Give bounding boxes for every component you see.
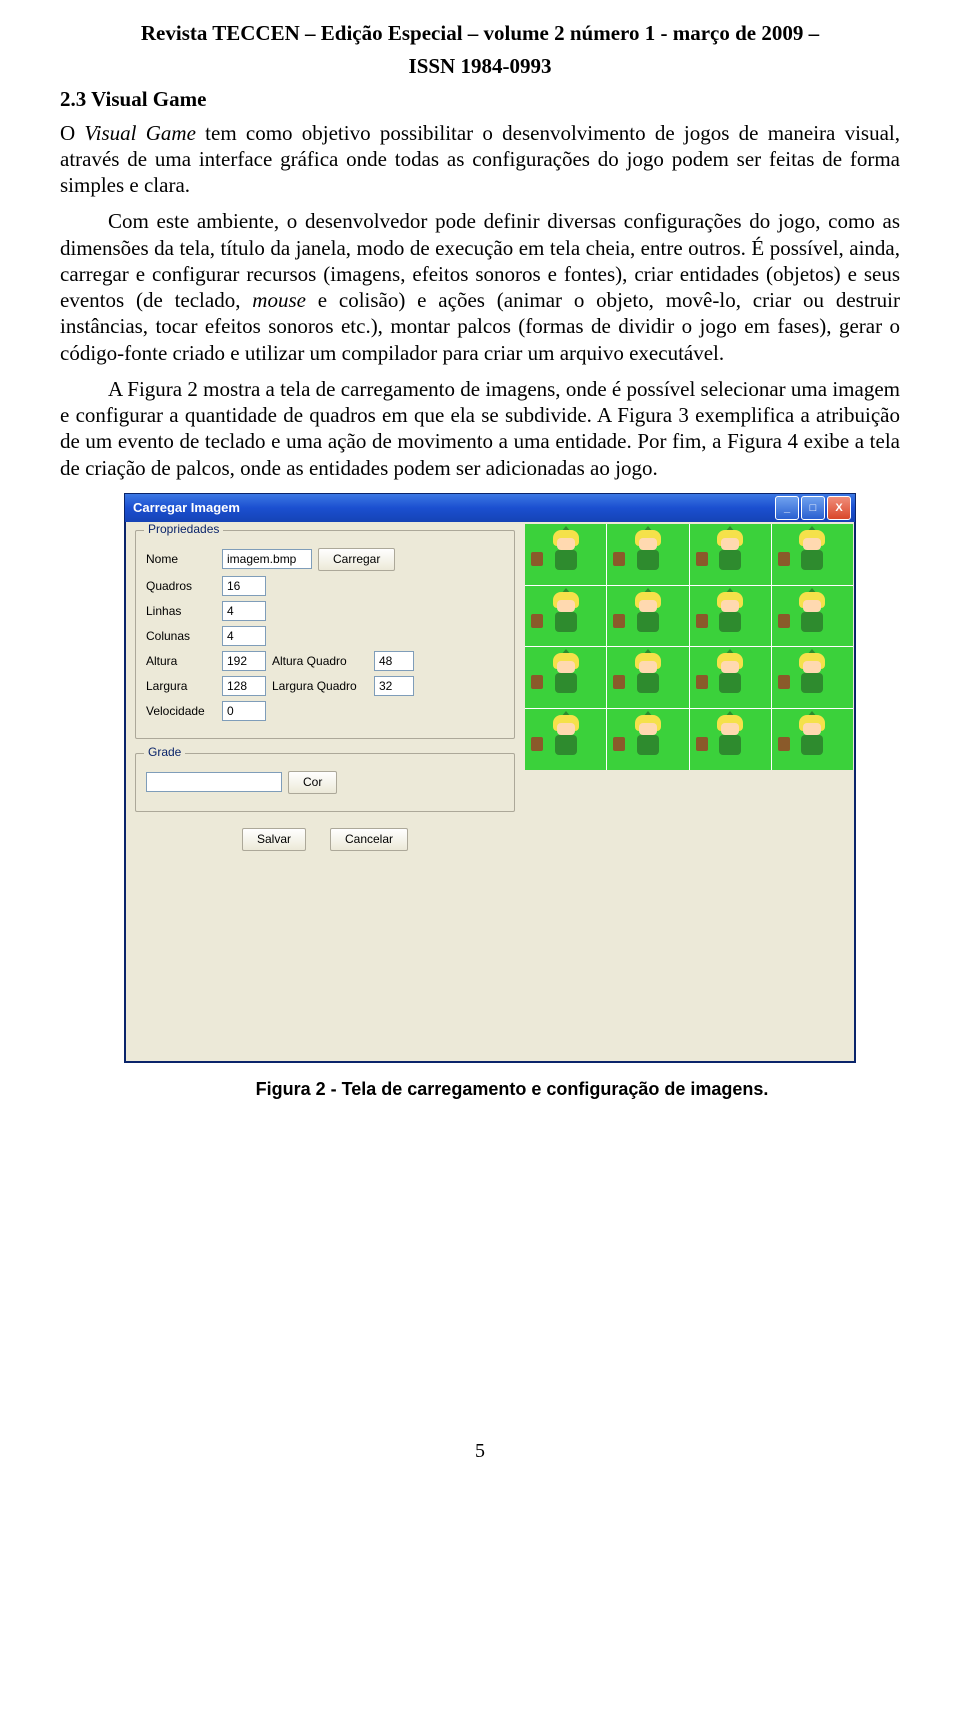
titlebar[interactable]: Carregar Imagem _ □ X [125,494,855,522]
sprite-cell [772,524,853,585]
sprite-cell [607,647,688,708]
sprite-cell [690,647,771,708]
label-largura: Largura [146,679,216,693]
paragraph-2: Com este ambiente, o desenvolvedor pode … [60,208,900,366]
sprite-cell [772,586,853,647]
sprite-cell [690,524,771,585]
label-linhas: Linhas [146,604,216,618]
figure-2: Carregar Imagem _ □ X Propriedades Nome … [124,493,900,1100]
maximize-button[interactable]: □ [801,496,825,520]
carregar-button[interactable]: Carregar [318,548,395,571]
close-button[interactable]: X [827,496,851,520]
sprite-cell [525,524,606,585]
input-quadros[interactable] [222,576,266,596]
input-grade[interactable] [146,772,282,792]
figure-caption: Figura 2 - Tela de carregamento e config… [124,1079,900,1100]
sprite-cell [772,709,853,770]
journal-header-line1: Revista TECCEN – Edição Especial – volum… [60,20,900,47]
sprite-cell [525,586,606,647]
sprite-cell [690,709,771,770]
groupbox-grade-legend: Grade [144,745,185,759]
label-altura: Altura [146,654,216,668]
input-linhas[interactable] [222,601,266,621]
label-nome: Nome [146,552,216,566]
sprite-cell [772,647,853,708]
groupbox-propriedades-legend: Propriedades [144,522,223,536]
label-altura-quadro: Altura Quadro [272,654,368,668]
input-colunas[interactable] [222,626,266,646]
salvar-button[interactable]: Salvar [242,828,306,851]
input-largura-quadro[interactable] [374,676,414,696]
app-window: Carregar Imagem _ □ X Propriedades Nome … [124,493,856,1063]
p1-italic-visual-game: Visual Game [84,121,196,145]
sprite-cell [690,586,771,647]
input-nome[interactable] [222,549,312,569]
label-velocidade: Velocidade [146,704,216,718]
input-altura-quadro[interactable] [374,651,414,671]
input-largura[interactable] [222,676,266,696]
journal-header-line2: ISSN 1984-0993 [60,53,900,80]
cor-button[interactable]: Cor [288,771,337,794]
label-colunas: Colunas [146,629,216,643]
label-quadros: Quadros [146,579,216,593]
paragraph-1: O Visual Game tem como objetivo possibil… [60,120,900,199]
input-altura[interactable] [222,651,266,671]
sprite-cell [525,709,606,770]
sprite-cell [607,586,688,647]
p1-part-a: O [60,121,84,145]
p2-italic-mouse: mouse [252,288,306,312]
input-velocidade[interactable] [222,701,266,721]
sprite-grid [525,524,853,770]
page-number: 5 [60,1440,900,1463]
paragraph-3: A Figura 2 mostra a tela de carregamento… [60,376,900,481]
cancelar-button[interactable]: Cancelar [330,828,408,851]
sprite-cell [607,709,688,770]
section-heading: 2.3 Visual Game [60,87,900,112]
window-title: Carregar Imagem [133,500,240,515]
groupbox-propriedades: Propriedades Nome Carregar Quadros Linha… [135,530,515,739]
sprite-cell [525,647,606,708]
sprite-cell [607,524,688,585]
label-largura-quadro: Largura Quadro [272,679,368,693]
minimize-button[interactable]: _ [775,496,799,520]
groupbox-grade: Grade Cor [135,753,515,812]
left-pane: Propriedades Nome Carregar Quadros Linha… [125,522,525,1062]
